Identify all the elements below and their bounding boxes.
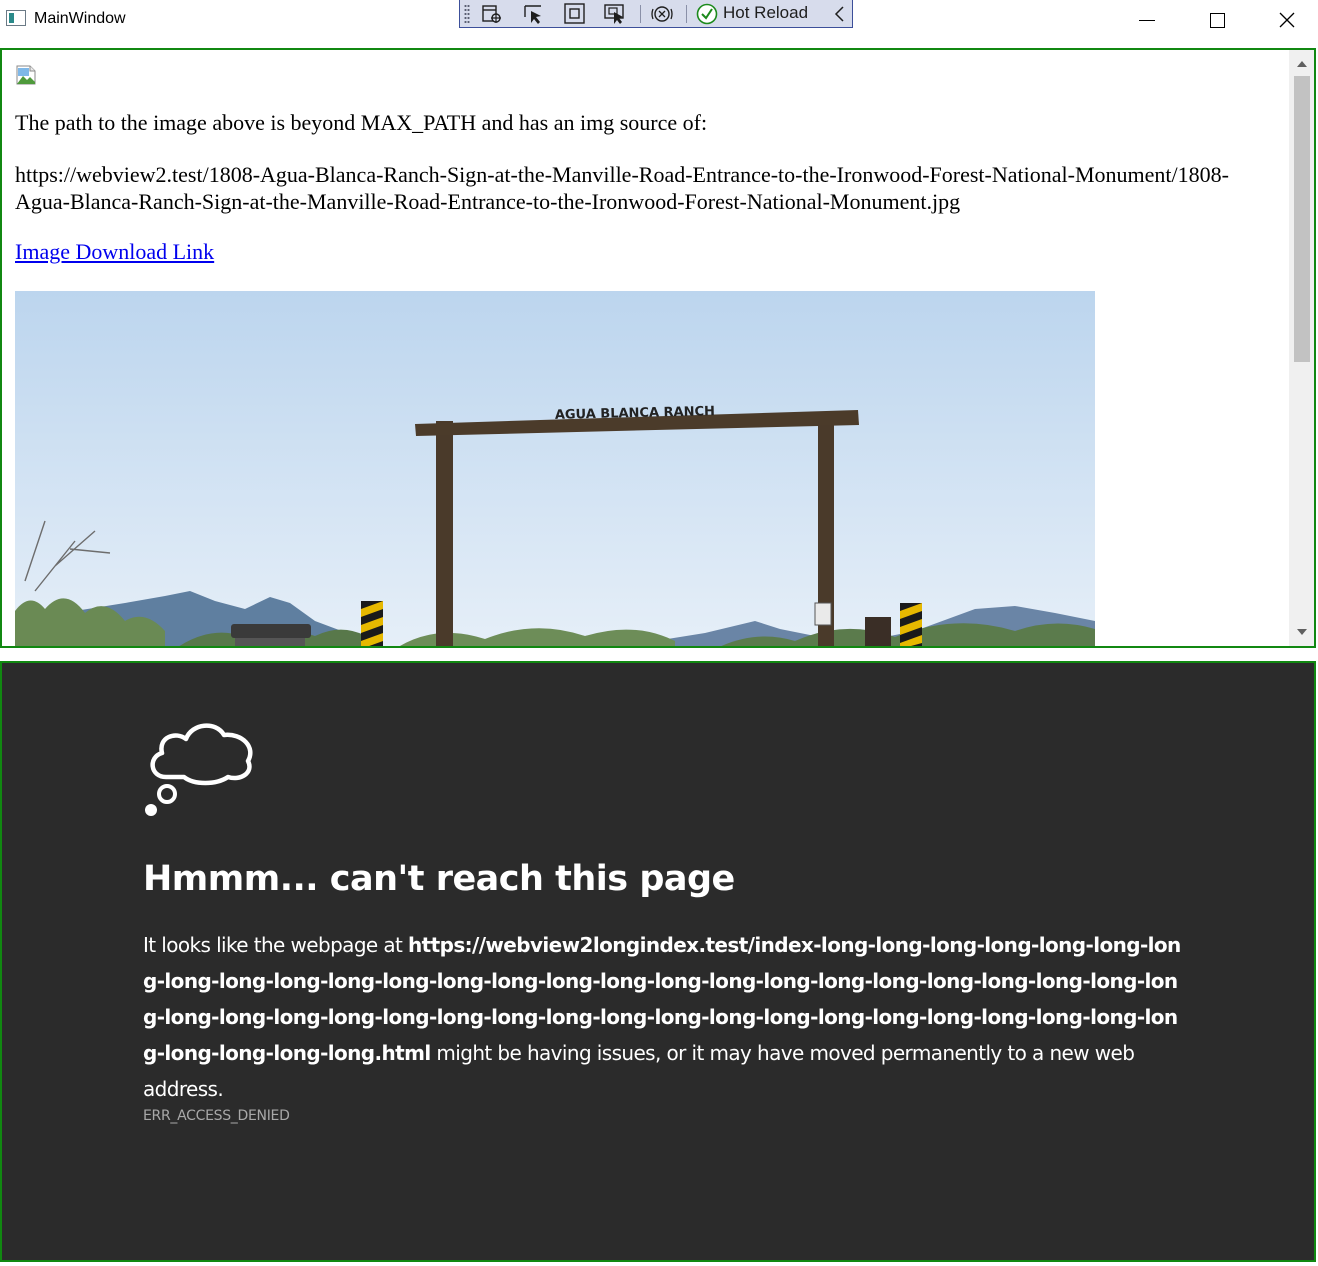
minimize-button[interactable] xyxy=(1112,0,1182,40)
scroll-down-arrow-icon xyxy=(1296,629,1307,635)
hot-reload-label[interactable]: Hot Reload xyxy=(723,3,808,23)
image-source-url: https://webview2.test/1808-Agua-Blanca-R… xyxy=(15,162,1229,214)
minimize-icon xyxy=(1139,19,1155,21)
scroll-up-arrow-icon xyxy=(1296,61,1307,67)
collapse-chevron-icon[interactable] xyxy=(828,3,852,25)
scroll-thumb[interactable] xyxy=(1294,76,1310,362)
image-download-link[interactable]: Image Download Link xyxy=(15,239,214,265)
error-title: Hmmm... can't reach this page xyxy=(143,859,735,899)
webview-top: The path to the image above is beyond MA… xyxy=(0,48,1316,648)
select-pointer-icon[interactable] xyxy=(522,3,546,25)
window-title: MainWindow xyxy=(34,10,126,27)
select-element-icon[interactable] xyxy=(480,3,504,25)
close-icon xyxy=(1279,12,1295,28)
close-button[interactable] xyxy=(1252,0,1318,40)
toolbar-grip-handle[interactable] xyxy=(464,4,470,24)
title-bar: MainWindow Hot Reload xyxy=(0,0,1318,44)
scroll-down-button[interactable] xyxy=(1289,622,1314,642)
toolbar-separator xyxy=(640,5,641,23)
toolbar-separator xyxy=(686,5,687,23)
maximize-button[interactable] xyxy=(1182,0,1252,40)
scroll-up-button[interactable] xyxy=(1289,54,1314,74)
image-path-description: The path to the image above is beyond MA… xyxy=(15,110,708,135)
binding-failures-icon[interactable] xyxy=(650,3,674,25)
ranch-sign-photo: AGUA BLANCA RANCH xyxy=(15,291,1095,646)
display-layout-adorners-icon[interactable] xyxy=(563,3,587,25)
vertical-scrollbar[interactable] xyxy=(1289,50,1314,646)
webview-bottom: Hmmm... can't reach this page It looks l… xyxy=(0,661,1316,1262)
app-icon xyxy=(6,10,26,26)
maximize-icon xyxy=(1209,12,1225,28)
hot-reload-status-icon xyxy=(695,3,719,25)
error-code: ERR_ACCESS_DENIED xyxy=(143,1108,290,1124)
error-description: It looks like the webpage at https://web… xyxy=(143,927,1183,1107)
hot-reload-toolbar: Hot Reload xyxy=(459,0,853,28)
error-description-prefix: It looks like the webpage at xyxy=(143,933,409,957)
track-focused-element-icon[interactable] xyxy=(603,3,627,25)
thought-cloud-icon xyxy=(145,723,253,816)
broken-image-icon xyxy=(16,65,36,85)
